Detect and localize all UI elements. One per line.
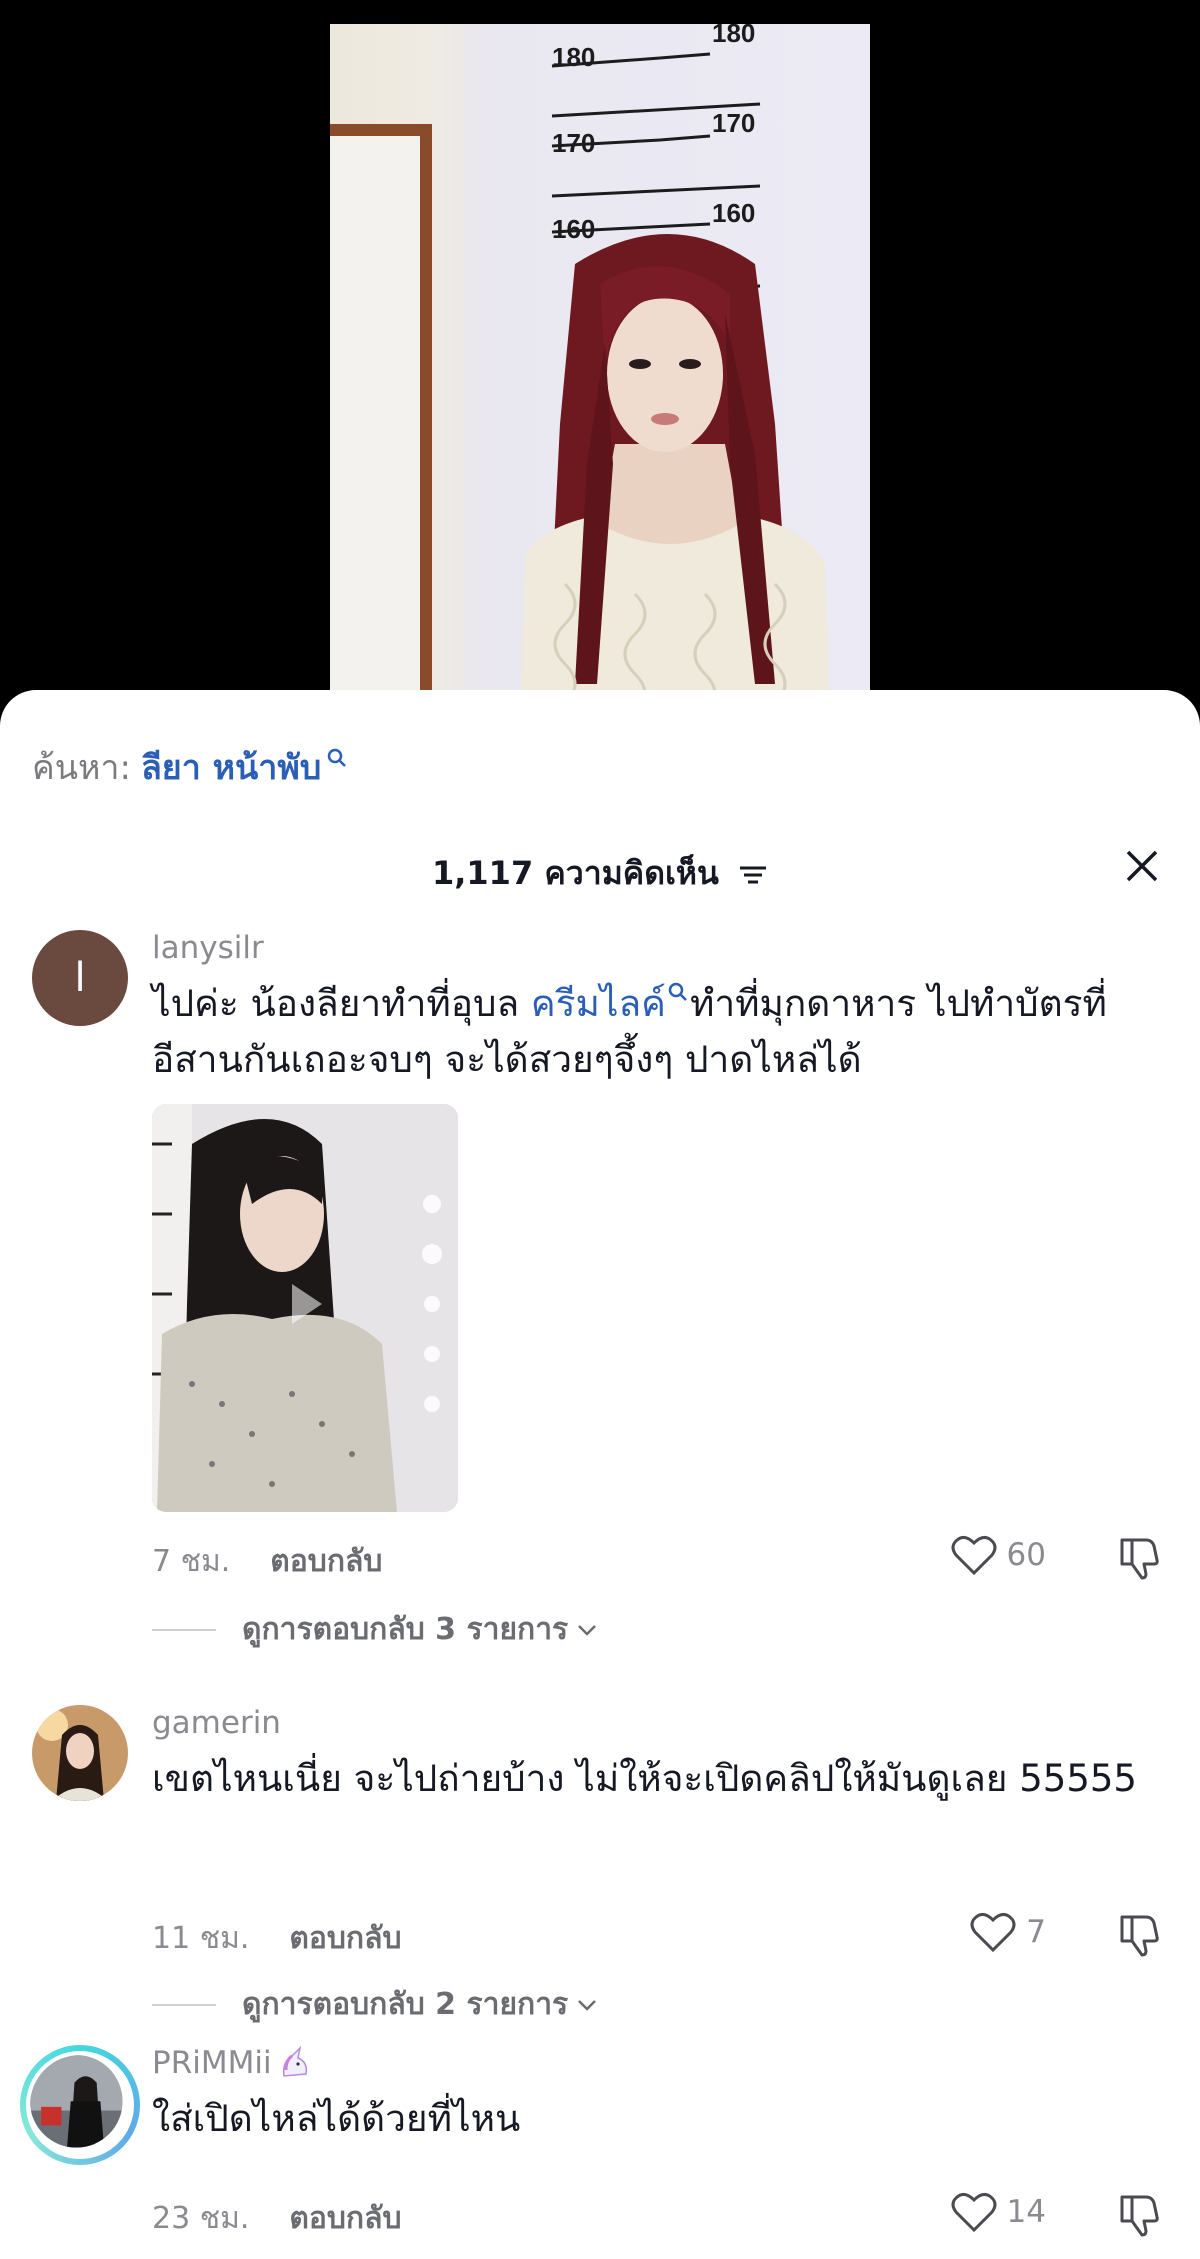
search-prefix: ค้นหา:	[32, 748, 131, 788]
comment-meta: 7 ชม. ตอบกลับ	[152, 1538, 382, 1585]
comment-time: 11 ชม.	[152, 1921, 250, 1956]
heart-icon	[951, 2193, 997, 2233]
search-icon	[328, 748, 347, 767]
comments-header: 1,117 ความคิดเห็น	[0, 840, 1200, 900]
comment-username[interactable]: lanysilr	[152, 930, 264, 966]
comment-text: เขตไหนเนี่ย จะไปถ่ายบ้าง ไม่ให้จะเปิดคลิ…	[152, 1757, 1137, 1800]
dislike-icon[interactable]	[1116, 1911, 1162, 1957]
dislike-icon[interactable]	[1116, 1534, 1162, 1580]
avatar[interactable]: l	[32, 930, 128, 1026]
heart-icon	[970, 1913, 1016, 1953]
reply-button[interactable]: ตอบกลับ	[289, 2195, 401, 2242]
chevron-down-icon	[578, 1624, 597, 1636]
like-count: 7	[1026, 1914, 1046, 1950]
search-term-link[interactable]: ลียา หน้าพับ	[141, 740, 321, 794]
comment-text: ใส่เปิดไหล่ได้ด้วยที่ไหน	[152, 2097, 521, 2140]
like-button[interactable]: 14	[951, 2191, 1046, 2233]
like-button[interactable]: 60	[951, 1534, 1046, 1576]
search-icon	[668, 982, 687, 1001]
comment-username[interactable]: PRiMMii	[152, 2045, 312, 2081]
comments-sheet: ค้นหา: ลียา หน้าพับ 1,117 ความคิดเห็น l …	[0, 690, 1200, 2259]
video-frame: 180 180 170 170 160 160 150 140 130	[330, 24, 870, 700]
video-player[interactable]: 180 180 170 170 160 160 150 140 130	[0, 0, 1200, 700]
comment-meta: 11 ชม. ตอบกลับ	[152, 1915, 402, 1962]
heart-icon	[951, 1536, 997, 1576]
divider-line	[152, 2003, 216, 2006]
comment-time: 23 ชม.	[152, 2201, 250, 2236]
like-count: 60	[1006, 1537, 1046, 1573]
height-mark-170b: 170	[712, 108, 755, 138]
door	[330, 124, 432, 700]
comment-count: 1,117 ความคิดเห็น	[0, 848, 1200, 899]
unicorn-emoji-icon	[282, 2046, 307, 2077]
divider-line	[152, 1628, 216, 1631]
avatar[interactable]	[32, 1705, 128, 1801]
height-mark-180b: 180	[712, 24, 755, 48]
reply-button[interactable]: ตอบกลับ	[270, 1538, 382, 1585]
height-mark-180a: 180	[552, 42, 595, 72]
height-mark-170a: 170	[552, 128, 595, 158]
comment-meta: 23 ชม. ตอบกลับ	[152, 2195, 402, 2242]
comment-time: 7 ชม.	[152, 1544, 231, 1579]
close-icon[interactable]	[1122, 846, 1162, 886]
comment-username[interactable]: gamerin	[152, 1705, 281, 1741]
reply-button[interactable]: ตอบกลับ	[289, 1915, 401, 1962]
attached-video-thumbnail[interactable]	[152, 1104, 458, 1512]
related-search[interactable]: ค้นหา: ลียา หน้าพับ	[32, 740, 349, 794]
chevron-down-icon	[578, 1999, 597, 2011]
comment-search-link[interactable]: ครีมไลค์	[531, 982, 690, 1025]
like-count: 14	[1006, 2194, 1046, 2230]
dislike-icon[interactable]	[1116, 2191, 1162, 2237]
like-button[interactable]: 7	[970, 1911, 1046, 1953]
view-replies-button[interactable]: ดูการตอบกลับ 2 รายการ	[152, 1981, 598, 2028]
person-figure	[505, 224, 835, 700]
comment-text: ไปค่ะ น้องลียาทำที่อุบล ครีมไลค์ ทำที่มุก…	[152, 982, 1107, 1081]
sort-filter-icon[interactable]	[738, 863, 768, 887]
avatar[interactable]	[20, 2045, 140, 2165]
view-replies-button[interactable]: ดูการตอบกลับ 3 รายการ	[152, 1606, 598, 1653]
